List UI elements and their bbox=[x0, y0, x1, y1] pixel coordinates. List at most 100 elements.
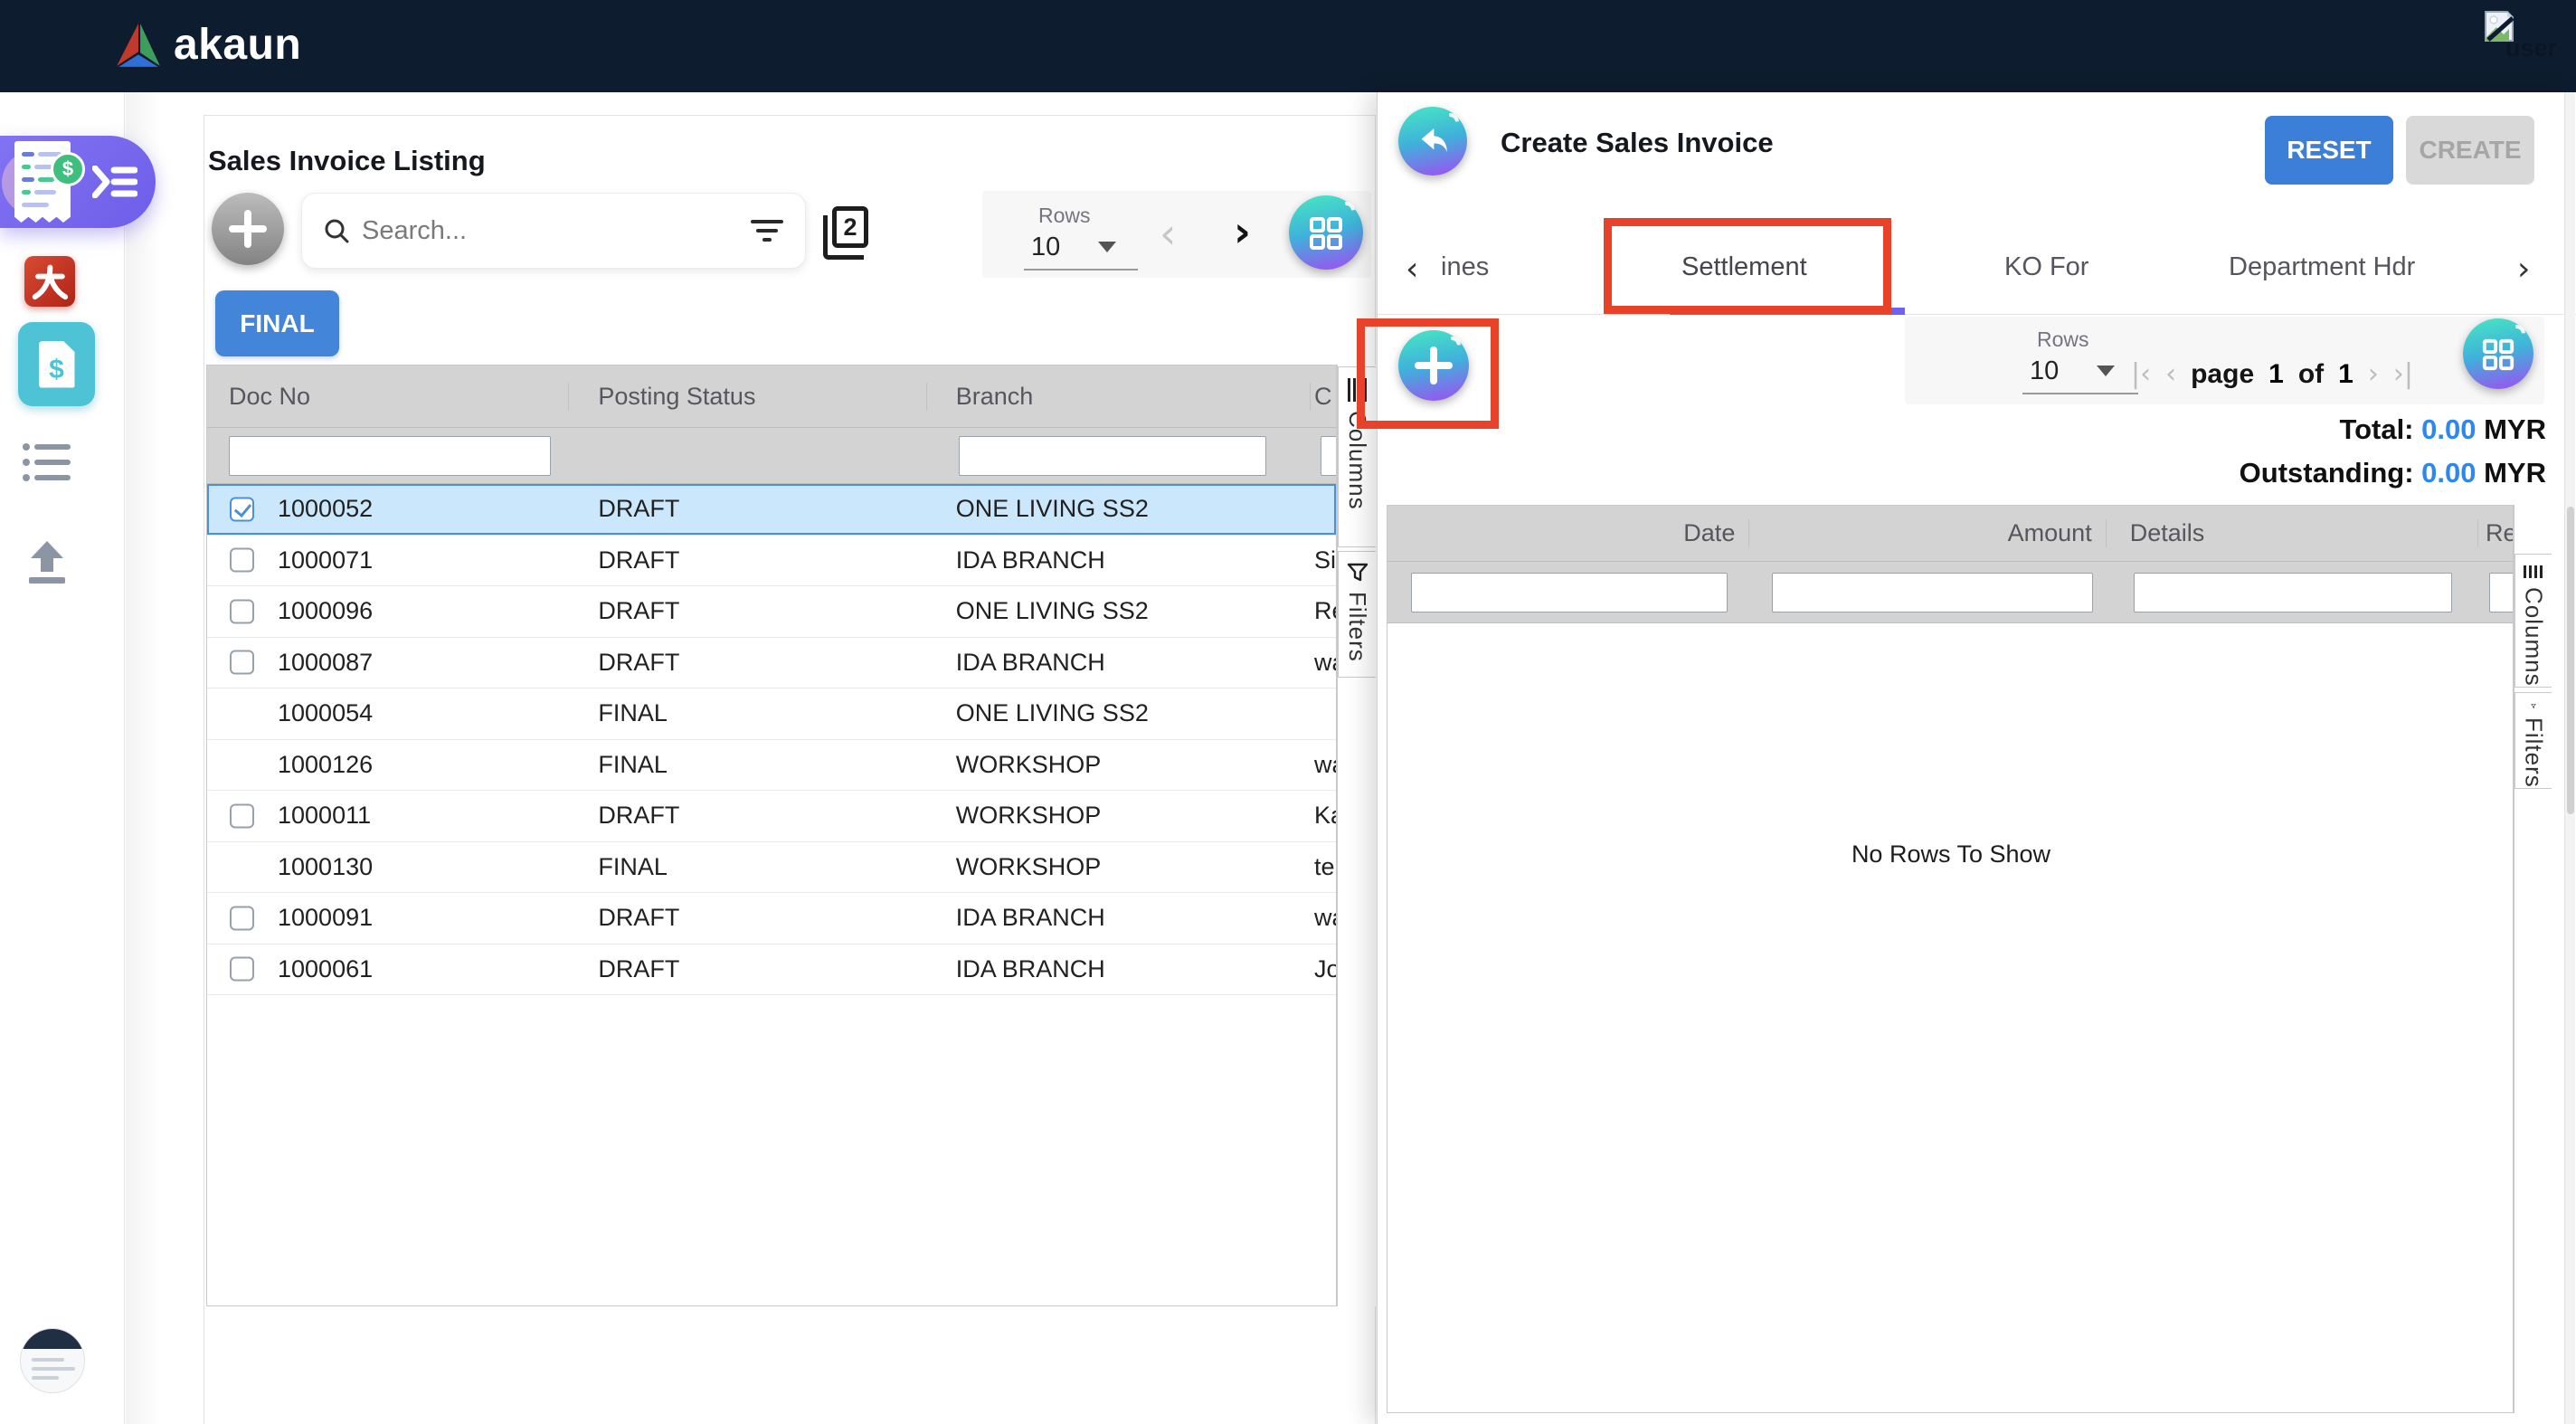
cell-posting-status: DRAFT bbox=[569, 955, 926, 983]
tab-department-hdr[interactable]: Department Hdr bbox=[2229, 252, 2415, 282]
table-row[interactable]: 1000061 DRAFT IDA BRANCH Jo bbox=[207, 945, 1336, 996]
table-row[interactable]: 1000091 DRAFT IDA BRANCH wa bbox=[207, 893, 1336, 945]
cell-doc-no: 1000126 bbox=[278, 751, 373, 778]
sidebar-item-invoice-app[interactable]: $ bbox=[18, 322, 95, 406]
doc-no-filter-input[interactable] bbox=[229, 436, 551, 476]
details-filter-input[interactable] bbox=[2134, 573, 2452, 612]
tabs-scroll-right[interactable]: › bbox=[2517, 251, 2530, 288]
settlement-grid-view-button[interactable] bbox=[2463, 318, 2533, 389]
scrollbar-thumb[interactable] bbox=[2567, 507, 2574, 814]
final-filter-button[interactable]: FINAL bbox=[215, 290, 339, 356]
row-checkbox[interactable] bbox=[230, 650, 254, 675]
empty-table-message: No Rows To Show bbox=[1387, 840, 2514, 869]
filters-side-tab[interactable]: Filters bbox=[1338, 551, 1376, 678]
sidebar-shadow bbox=[126, 92, 162, 1424]
drawer-scrollbar[interactable] bbox=[2564, 92, 2575, 1424]
reset-button[interactable]: RESET bbox=[2265, 116, 2393, 185]
row-checkbox[interactable] bbox=[230, 599, 254, 623]
outstanding-currency: MYR bbox=[2484, 457, 2546, 489]
table-row[interactable]: 1000096 DRAFT ONE LIVING SS2 Re bbox=[207, 586, 1336, 638]
tab-ko-for[interactable]: KO For bbox=[2004, 252, 2088, 282]
table-row[interactable]: 1000126 FINAL WORKSHOP wa bbox=[207, 740, 1336, 792]
columns-side-tab[interactable]: Columns bbox=[1338, 366, 1376, 547]
invoice-table: Doc No Posting Status Branch C 1000052 D… bbox=[206, 365, 1337, 1306]
col-customer[interactable]: C bbox=[1311, 383, 1336, 411]
page-navigation: |‹ ‹ page 1 of 1 › ›| bbox=[2131, 358, 2413, 390]
filter-lines-icon[interactable] bbox=[751, 220, 783, 242]
create-button[interactable]: CREATE bbox=[2406, 116, 2534, 185]
search-icon bbox=[324, 218, 349, 243]
cell-branch: ONE LIVING SS2 bbox=[927, 495, 1311, 523]
cell-branch: IDA BRANCH bbox=[927, 904, 1311, 932]
prev-page-button[interactable]: ‹ bbox=[1160, 213, 1176, 254]
cell-branch: ONE LIVING SS2 bbox=[927, 597, 1311, 625]
akaun-triangle-icon bbox=[114, 22, 163, 69]
prev-page-button[interactable]: ‹ bbox=[2165, 358, 2176, 390]
columns-side-tab[interactable]: Columns bbox=[2514, 554, 2552, 688]
table-row[interactable]: 1000052 DRAFT ONE LIVING SS2 bbox=[207, 484, 1336, 536]
cell-doc-no: 1000096 bbox=[278, 597, 373, 624]
list-icon bbox=[22, 441, 74, 485]
amount-filter-input[interactable] bbox=[1772, 573, 2093, 612]
rows-per-page-value[interactable]: 10 bbox=[2030, 356, 2059, 386]
col-remarks[interactable]: Re bbox=[2478, 519, 2513, 547]
search-input[interactable] bbox=[362, 216, 738, 246]
next-page-button[interactable]: › bbox=[2368, 358, 2379, 390]
cell-branch: WORKSHOP bbox=[927, 751, 1311, 779]
rows-per-page-value[interactable]: 10 bbox=[1031, 233, 1060, 262]
row-checkbox[interactable] bbox=[230, 548, 254, 573]
date-filter-input[interactable] bbox=[1411, 573, 1728, 612]
remarks-filter-input[interactable] bbox=[2489, 573, 2513, 612]
col-doc-no[interactable]: Doc No bbox=[207, 383, 569, 411]
last-page-button[interactable]: ›| bbox=[2393, 358, 2413, 390]
grid-icon bbox=[1308, 215, 1344, 252]
filters-side-tab[interactable]: Filters bbox=[2514, 692, 2552, 789]
sidebar-item-listing[interactable] bbox=[22, 441, 74, 489]
sidebar-item-da-app[interactable] bbox=[24, 256, 75, 307]
sidebar-active-app-pill[interactable]: $ bbox=[0, 136, 156, 228]
tabs-scroll-left[interactable]: ‹ bbox=[1406, 251, 1418, 288]
total-line: Total: 0.00 MYR bbox=[2339, 413, 2546, 446]
search-box[interactable] bbox=[301, 193, 806, 269]
back-button[interactable] bbox=[1398, 107, 1467, 176]
window-count-icon[interactable]: 2 bbox=[823, 206, 874, 261]
branch-filter-input[interactable] bbox=[959, 436, 1266, 476]
row-checkbox[interactable] bbox=[230, 497, 254, 521]
rows-underline bbox=[2022, 393, 2138, 394]
col-posting-status[interactable]: Posting Status bbox=[569, 383, 926, 411]
cell-posting-status: DRAFT bbox=[569, 904, 926, 932]
add-invoice-button[interactable] bbox=[212, 193, 284, 265]
sidebar-item-upload[interactable] bbox=[24, 541, 71, 591]
cell-doc-no: 1000087 bbox=[278, 649, 373, 676]
row-checkbox[interactable] bbox=[230, 906, 254, 930]
brand-logo[interactable]: akaun bbox=[114, 20, 301, 70]
of-word: of bbox=[2298, 359, 2324, 390]
current-page: 1 bbox=[2268, 359, 2284, 390]
col-amount[interactable]: Amount bbox=[1749, 519, 2106, 547]
col-details[interactable]: Details bbox=[2107, 519, 2478, 547]
grid-view-button[interactable] bbox=[1289, 195, 1363, 270]
create-invoice-drawer: Create Sales Invoice RESET CREATE ‹ ines… bbox=[1377, 92, 2576, 1424]
customer-filter-input[interactable] bbox=[1321, 436, 1336, 476]
table-row[interactable]: 1000011 DRAFT WORKSHOP Ka bbox=[207, 791, 1336, 842]
table-row[interactable]: 1000054 FINAL ONE LIVING SS2 bbox=[207, 688, 1336, 740]
tab-settlement[interactable]: Settlement bbox=[1681, 252, 1807, 282]
next-page-button[interactable]: › bbox=[1234, 211, 1251, 252]
rows-dropdown-caret[interactable] bbox=[2097, 365, 2115, 376]
add-settlement-row-button[interactable] bbox=[1398, 330, 1469, 401]
table-row[interactable]: 1000087 DRAFT IDA BRANCH wa bbox=[207, 638, 1336, 689]
table-row[interactable]: 1000071 DRAFT IDA BRANCH Si bbox=[207, 536, 1336, 587]
col-date[interactable]: Date bbox=[1387, 519, 1749, 547]
rows-dropdown-caret[interactable] bbox=[1098, 242, 1116, 252]
rows-label: Rows bbox=[1038, 204, 1091, 228]
col-branch[interactable]: Branch bbox=[927, 383, 1311, 411]
sidebar-bottom-thumbnail[interactable] bbox=[20, 1328, 85, 1393]
page-title: Sales Invoice Listing bbox=[208, 145, 486, 177]
first-page-button[interactable]: |‹ bbox=[2131, 358, 2151, 390]
row-checkbox[interactable] bbox=[230, 957, 254, 982]
cell-branch: WORKSHOP bbox=[927, 802, 1311, 830]
table-row[interactable]: 1000130 FINAL WORKSHOP te bbox=[207, 842, 1336, 894]
row-checkbox[interactable] bbox=[230, 803, 254, 828]
total-currency: MYR bbox=[2484, 413, 2546, 445]
tab-lines[interactable]: ines bbox=[1441, 252, 1489, 282]
